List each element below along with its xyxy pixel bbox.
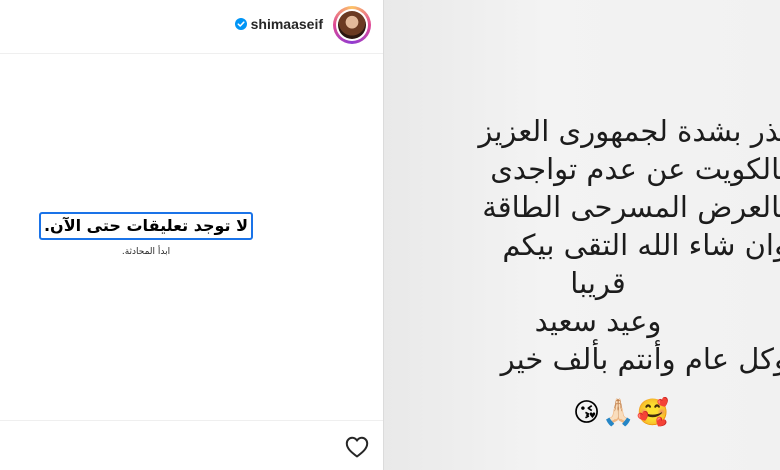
kiss-emoji-icon: 😘 [573, 398, 601, 428]
avatar-photo [338, 11, 366, 39]
story-line: وعيد سعيد [534, 304, 662, 338]
post-header: shimaaseif [0, 0, 383, 54]
avatar[interactable] [333, 6, 371, 44]
story-line: بالكويت عن عدم تواجدى [490, 152, 780, 186]
username-link[interactable]: shimaaseif [251, 16, 323, 32]
smiling-hearts-emoji-icon: 🥰 [636, 398, 669, 428]
post-details-panel: shimaaseif لا توجد تعليقات حتى الآن. ابد… [0, 0, 384, 470]
praying-hands-emoji-icon: 🙏🏻 [602, 398, 635, 428]
story-line: تذر بشدة لجمهورى العزيز [478, 114, 780, 148]
post-actions-bar [0, 420, 383, 470]
avatar-ring-gap [336, 9, 368, 41]
user-row: shimaaseif [234, 16, 323, 32]
story-line: بالعرض المسرحى الطاقة [482, 190, 780, 224]
story-line: قريبا [570, 266, 626, 300]
post-viewer: shimaaseif لا توجد تعليقات حتى الآن. ابد… [0, 0, 780, 470]
verified-badge-icon [234, 18, 247, 30]
story-emoji-row: 😘 🙏🏻 🥰 [573, 396, 669, 430]
story-caption-text: تذر بشدة لجمهورى العزيز بالكويت عن عدم ت… [384, 112, 780, 378]
story-line: وكل عام وأنتم بألف خير [500, 342, 780, 376]
comments-empty-state: لا توجد تعليقات حتى الآن. ابدأ المحادثة. [0, 212, 292, 257]
heart-icon[interactable] [345, 436, 369, 458]
no-comments-title: لا توجد تعليقات حتى الآن. [38, 212, 254, 240]
story-line: وان شاء الله التقى بيكم [502, 228, 780, 262]
start-conversation-text: ابدأ المحادثة. [121, 247, 171, 257]
